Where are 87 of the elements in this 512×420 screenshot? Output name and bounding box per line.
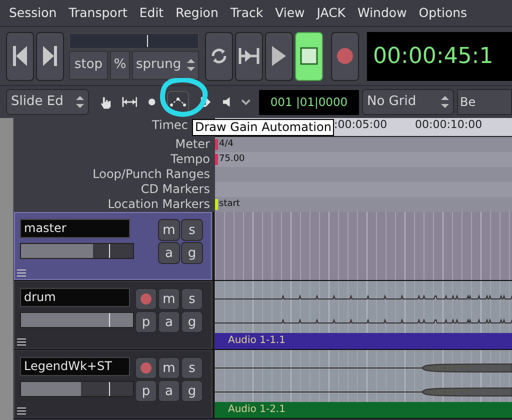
track-toggle-button[interactable]: g — [181, 311, 203, 333]
spinner-arrows-icon — [187, 59, 195, 71]
shuttle-style-dropdown[interactable]: sprung — [132, 50, 199, 80]
menu-icon[interactable] — [17, 269, 26, 277]
transport-button[interactable] — [265, 32, 293, 80]
grid-dropdown[interactable]: No Grid — [362, 89, 454, 115]
menu-item[interactable]: JACK — [316, 4, 346, 22]
menu-item[interactable]: Track — [230, 4, 264, 22]
transport-button[interactable] — [6, 32, 34, 80]
track-name-field[interactable]: drum — [20, 288, 130, 307]
track-name-field[interactable]: LegendWk+ST — [20, 357, 130, 376]
track-toggle-button[interactable]: m — [158, 219, 180, 241]
marker-flag[interactable] — [215, 139, 218, 150]
automation-line-icon — [170, 97, 186, 107]
track-toggle-button[interactable]: a — [158, 242, 180, 264]
track-toggle-button[interactable]: s — [181, 357, 203, 379]
track-toggle-button[interactable]: s — [181, 219, 203, 241]
vertical-scrollbar[interactable] — [0, 118, 14, 420]
speaker-icon[interactable] — [222, 96, 230, 108]
gain-fader[interactable] — [20, 243, 134, 259]
track-toggle-button[interactable]: m — [158, 357, 180, 379]
record-arm-button[interactable] — [135, 357, 157, 379]
region-name-bar[interactable]: Audio 1-2.1 — [215, 402, 512, 418]
track-toggle-button[interactable]: p — [135, 380, 157, 402]
stop-icon — [300, 47, 318, 65]
record-arm-button[interactable] — [135, 288, 157, 310]
transport-button[interactable] — [205, 32, 233, 80]
transport-button[interactable] — [235, 32, 263, 80]
ruler-label: CD Markers — [140, 182, 210, 197]
track-toggle-button[interactable]: p — [135, 311, 157, 333]
menu-icon[interactable] — [17, 407, 26, 415]
ruler-label: Location Markers — [108, 197, 210, 212]
menu-icon[interactable] — [17, 338, 26, 346]
marker-flag[interactable] — [215, 154, 218, 165]
menu-item[interactable]: Transport — [68, 4, 128, 22]
shuttle-unit-label[interactable]: % — [110, 50, 130, 80]
track-toggle-button[interactable]: a — [158, 380, 180, 402]
play-range-icon — [238, 48, 260, 64]
spinner-arrows-icon — [76, 96, 84, 108]
skip-back-icon — [13, 46, 27, 66]
edit-mode-dropdown[interactable]: Slide Ed — [6, 89, 89, 115]
track-header[interactable]: master m s a g — [14, 212, 212, 280]
ruler-mark: 75.00 — [219, 153, 245, 166]
ruler-label: Tempo — [170, 152, 210, 167]
menu-item[interactable]: Edit — [139, 4, 164, 22]
menu-item[interactable]: Options — [418, 4, 468, 22]
skip-forward-icon — [43, 46, 57, 66]
shuttle-mode-label[interactable]: stop — [69, 50, 108, 80]
range-icon[interactable] — [122, 97, 138, 107]
track-toggle-button[interactable]: g — [181, 380, 203, 402]
tooltip: Draw Gain Automation — [192, 119, 334, 136]
spinner-arrows-icon — [441, 96, 449, 108]
track-toggle-button[interactable]: s — [181, 288, 203, 310]
menu-item[interactable]: View — [275, 4, 305, 22]
gain-fader[interactable] — [20, 381, 134, 397]
play-icon — [272, 46, 286, 66]
track-toggle-button[interactable]: m — [158, 288, 180, 310]
record-icon — [336, 47, 354, 65]
region-name-bar[interactable]: Audio 1-1.1 — [215, 333, 512, 349]
marker-flag[interactable] — [215, 199, 218, 210]
record-icon — [140, 293, 152, 305]
position-clock[interactable]: 001 |01|0000 — [259, 90, 359, 114]
ruler-mark: 4/4 — [219, 138, 234, 151]
snap-dropdown[interactable]: Be — [457, 89, 512, 115]
ruler-mark: start — [219, 198, 240, 211]
ruler-mark: 00:00:10:00 — [415, 118, 482, 132]
ruler-mark: :00:05:00 — [334, 118, 388, 132]
dot-icon[interactable] — [148, 98, 156, 106]
track-toggle-button[interactable]: g — [181, 242, 203, 264]
track-header[interactable]: LegendWk+ST m s p a g — [14, 350, 212, 418]
menu-item[interactable]: Region — [176, 4, 218, 22]
ruler-label: Loop/Punch Ranges — [92, 167, 210, 182]
chevron-down-icon[interactable] — [241, 98, 251, 106]
transport-button[interactable] — [36, 32, 64, 80]
track-name-field[interactable]: master — [20, 219, 130, 238]
shuttle-slider[interactable] — [69, 32, 199, 48]
record-icon — [140, 362, 152, 374]
ruler-label: Meter — [175, 137, 210, 152]
hand-icon[interactable] — [101, 96, 111, 108]
ruler-label: Timec — [152, 118, 188, 133]
menu-item[interactable]: Session — [9, 4, 57, 22]
track-toggle-button[interactable]: a — [158, 311, 180, 333]
track-header[interactable]: drum m s p a g — [14, 281, 212, 349]
loop-icon — [210, 47, 228, 65]
menu-item[interactable]: Window — [358, 4, 407, 22]
timecode-clock[interactable]: 00:00:45:1 — [367, 32, 512, 80]
transport-button[interactable] — [295, 32, 323, 80]
